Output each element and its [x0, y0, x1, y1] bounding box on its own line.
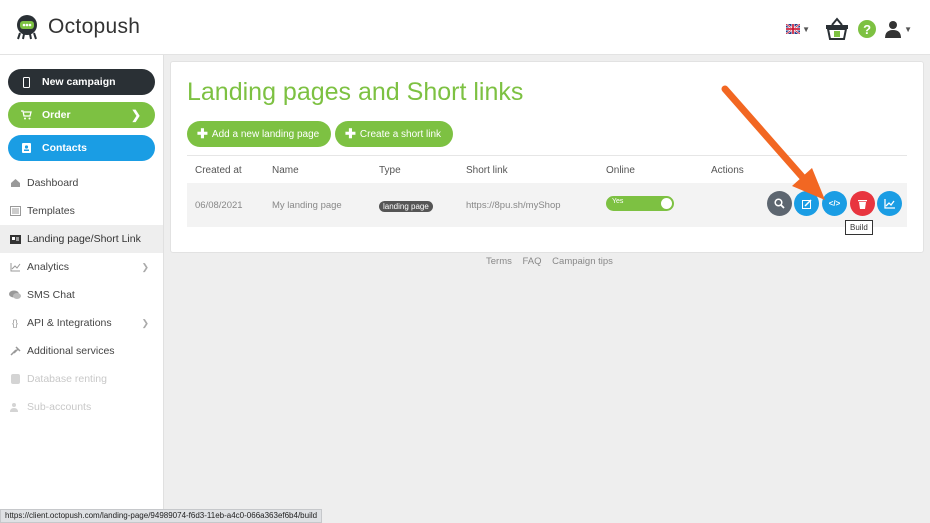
build-tooltip: Build: [845, 220, 873, 235]
type-badge: landing page: [379, 201, 433, 212]
code-icon: {}: [11, 318, 18, 328]
create-short-link-button[interactable]: ✚ Create a short link: [335, 121, 454, 147]
column-header-actions: Actions: [711, 165, 744, 176]
logo[interactable]: Octopush: [14, 14, 140, 40]
sidebar: New campaign Order ❯ Contacts Dashboard …: [0, 55, 164, 523]
preview-button[interactable]: [767, 191, 792, 216]
toggle-knob: [661, 198, 672, 209]
logo-text: Octopush: [48, 15, 141, 38]
create-short-link-label: Create a short link: [359, 128, 442, 140]
sidebar-item-additional-services[interactable]: Additional services: [0, 337, 163, 365]
sidebar-item-label: Templates: [27, 205, 75, 217]
chevron-right-icon: ❯: [130, 108, 141, 122]
code-brackets-icon: </>: [828, 199, 841, 208]
add-landing-page-label: Add a new landing page: [211, 128, 320, 140]
plus-icon: ✚: [345, 126, 356, 141]
top-header: Octopush ▼ ? ▼: [0, 0, 930, 55]
chat-icon: [9, 289, 21, 301]
sidebar-item-label: Sub-accounts: [27, 401, 92, 413]
sidebar-item-label: Database renting: [27, 373, 107, 385]
phone-icon: [18, 76, 34, 88]
add-landing-page-button[interactable]: ✚ Add a new landing page: [187, 121, 332, 147]
short-link-cell[interactable]: https://8pu.sh/myShop: [466, 200, 561, 211]
footer-links: Terms FAQ Campaign tips: [486, 256, 621, 267]
edit-button[interactable]: [794, 191, 819, 216]
sidebar-item-label: SMS Chat: [27, 289, 75, 301]
template-icon: [9, 205, 21, 217]
footer-link-faq[interactable]: FAQ: [523, 256, 542, 267]
sidebar-item-sub-accounts: Sub-accounts: [0, 393, 163, 421]
cart-icon: [18, 110, 34, 120]
order-label: Order: [42, 109, 71, 121]
sidebar-item-label: API & Integrations: [27, 317, 112, 329]
column-header-created-at[interactable]: Created at: [195, 165, 242, 176]
main-card: Landing pages and Short links ✚ Add a ne…: [170, 61, 924, 253]
delete-button[interactable]: [850, 191, 875, 216]
contacts-label: Contacts: [42, 142, 87, 154]
basket-icon[interactable]: [824, 17, 850, 41]
octopus-logo-icon: [17, 15, 37, 40]
chart-icon: [9, 261, 21, 273]
contacts-button[interactable]: Contacts: [8, 135, 155, 161]
tools-icon: [9, 345, 21, 357]
column-header-type[interactable]: Type: [379, 165, 401, 176]
chevron-right-icon: ❯: [141, 261, 149, 272]
sidebar-item-sms-chat[interactable]: SMS Chat: [0, 281, 163, 309]
address-book-icon: [18, 143, 34, 153]
dashboard-icon: [9, 177, 21, 189]
trash-icon: [858, 199, 867, 209]
table-row: 06/08/2021 My landing page landing page …: [187, 183, 907, 227]
plus-icon: ✚: [197, 126, 208, 141]
name-cell: My landing page: [272, 200, 342, 211]
new-campaign-label: New campaign: [42, 76, 116, 88]
online-toggle-label: Yes: [612, 198, 624, 205]
online-toggle[interactable]: Yes: [606, 196, 674, 211]
chart-icon: [884, 198, 895, 209]
help-icon[interactable]: ?: [858, 20, 877, 38]
sidebar-item-label: Additional services: [27, 345, 115, 357]
sidebar-item-label: Dashboard: [27, 177, 79, 189]
sidebar-item-templates[interactable]: Templates: [0, 197, 163, 225]
sidebar-item-api[interactable]: {} API & Integrations ❯: [0, 309, 163, 337]
statistics-button[interactable]: [877, 191, 902, 216]
page-title: Landing pages and Short links: [187, 78, 524, 106]
sidebar-item-label: Landing page/Short Link: [27, 233, 141, 245]
column-header-short-link[interactable]: Short link: [466, 165, 508, 176]
sidebar-item-label: Analytics: [27, 261, 70, 273]
footer-link-campaign-tips[interactable]: Campaign tips: [552, 256, 613, 267]
sidebar-item-analytics[interactable]: Analytics ❯: [0, 253, 163, 281]
edit-icon: [801, 198, 812, 209]
footer-link-terms[interactable]: Terms: [486, 256, 512, 267]
order-button[interactable]: Order ❯: [8, 102, 155, 128]
chevron-down-icon: ▼: [904, 24, 912, 34]
new-campaign-button[interactable]: New campaign: [8, 69, 155, 95]
chevron-down-icon: ▼: [802, 24, 811, 34]
chevron-right-icon: ❯: [141, 317, 149, 328]
table-header: Created at Name Type Short link Online A…: [187, 155, 907, 183]
column-header-name[interactable]: Name: [272, 165, 299, 176]
browser-status-bar: https://client.octopush.com/landing-page…: [0, 509, 323, 523]
sidebar-item-database-renting: Database renting: [0, 365, 163, 393]
landing-icon: [9, 233, 21, 245]
sidebar-item-landing-page[interactable]: Landing page/Short Link: [0, 225, 163, 253]
created-at-cell: 06/08/2021: [195, 200, 243, 211]
column-header-online[interactable]: Online: [606, 165, 635, 176]
database-icon: [9, 373, 21, 385]
uk-flag-icon[interactable]: [786, 24, 801, 34]
zoom-icon: [774, 198, 785, 209]
build-button[interactable]: </>: [822, 191, 847, 216]
user-avatar-icon[interactable]: [884, 20, 902, 38]
users-icon: [9, 401, 21, 413]
sidebar-item-dashboard[interactable]: Dashboard: [0, 169, 163, 197]
